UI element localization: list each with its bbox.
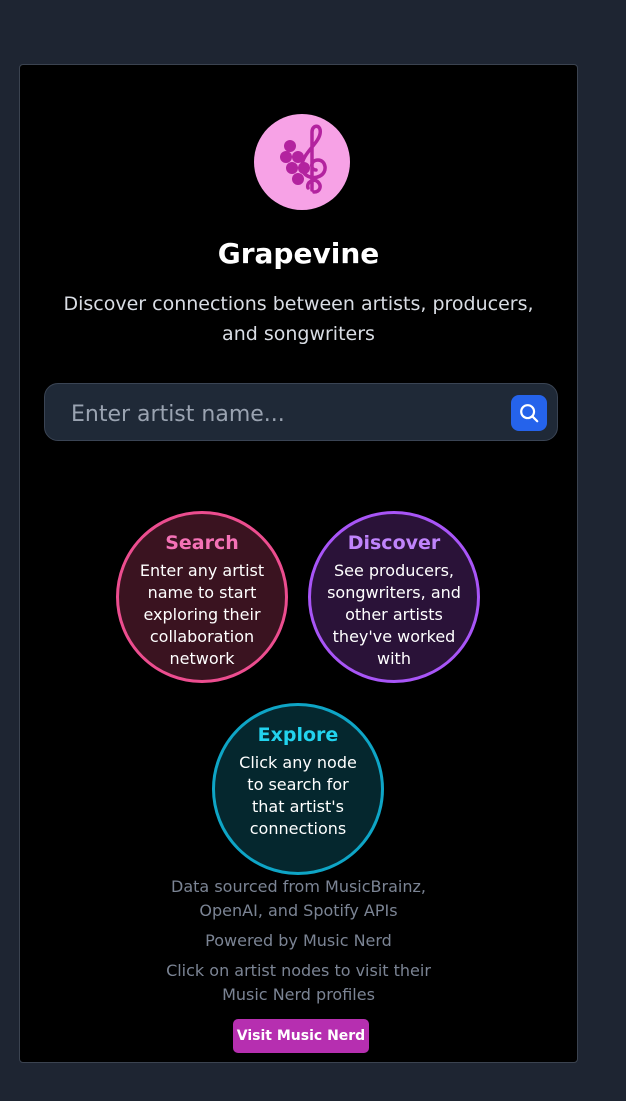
feature-discover-title: Discover [347,532,441,554]
welcome-card: Grapevine Discover connections between a… [19,64,578,1063]
data-source-text: Data sourced from MusicBrainz, OpenAI, a… [171,877,426,920]
feature-explore-bubble: Explore Click any node to search for tha… [212,703,384,875]
feature-discover-bubble: Discover See producers, songwriters, and… [308,511,480,683]
click-hint-text: Click on artist nodes to visit their Mus… [166,961,431,1004]
search-icon [520,404,539,423]
feature-search-title: Search [165,532,239,554]
footer: Data sourced from MusicBrainz, OpenAI, a… [20,875,577,1013]
artist-search-input[interactable] [69,394,483,434]
feature-explore-text: Click any node to search for that artist… [239,753,357,838]
search-button[interactable] [511,395,547,431]
feature-search-bubble: Search Enter any artist name to start ex… [116,511,288,683]
feature-explore-title: Explore [257,724,339,746]
feature-discover-text: See producers, songwriters, and other ar… [327,561,461,668]
search-bar [44,383,558,441]
grape-treble-clef-icon [280,124,327,194]
feature-search-text: Enter any artist name to start exploring… [139,561,265,668]
visit-music-nerd-button[interactable]: Visit Music Nerd [233,1019,369,1053]
app-title: Grapevine [217,237,380,270]
app-subtitle: Discover connections between artists, pr… [63,293,534,345]
powered-by-text: Powered by Music Nerd [205,931,392,950]
app-logo [254,114,350,210]
